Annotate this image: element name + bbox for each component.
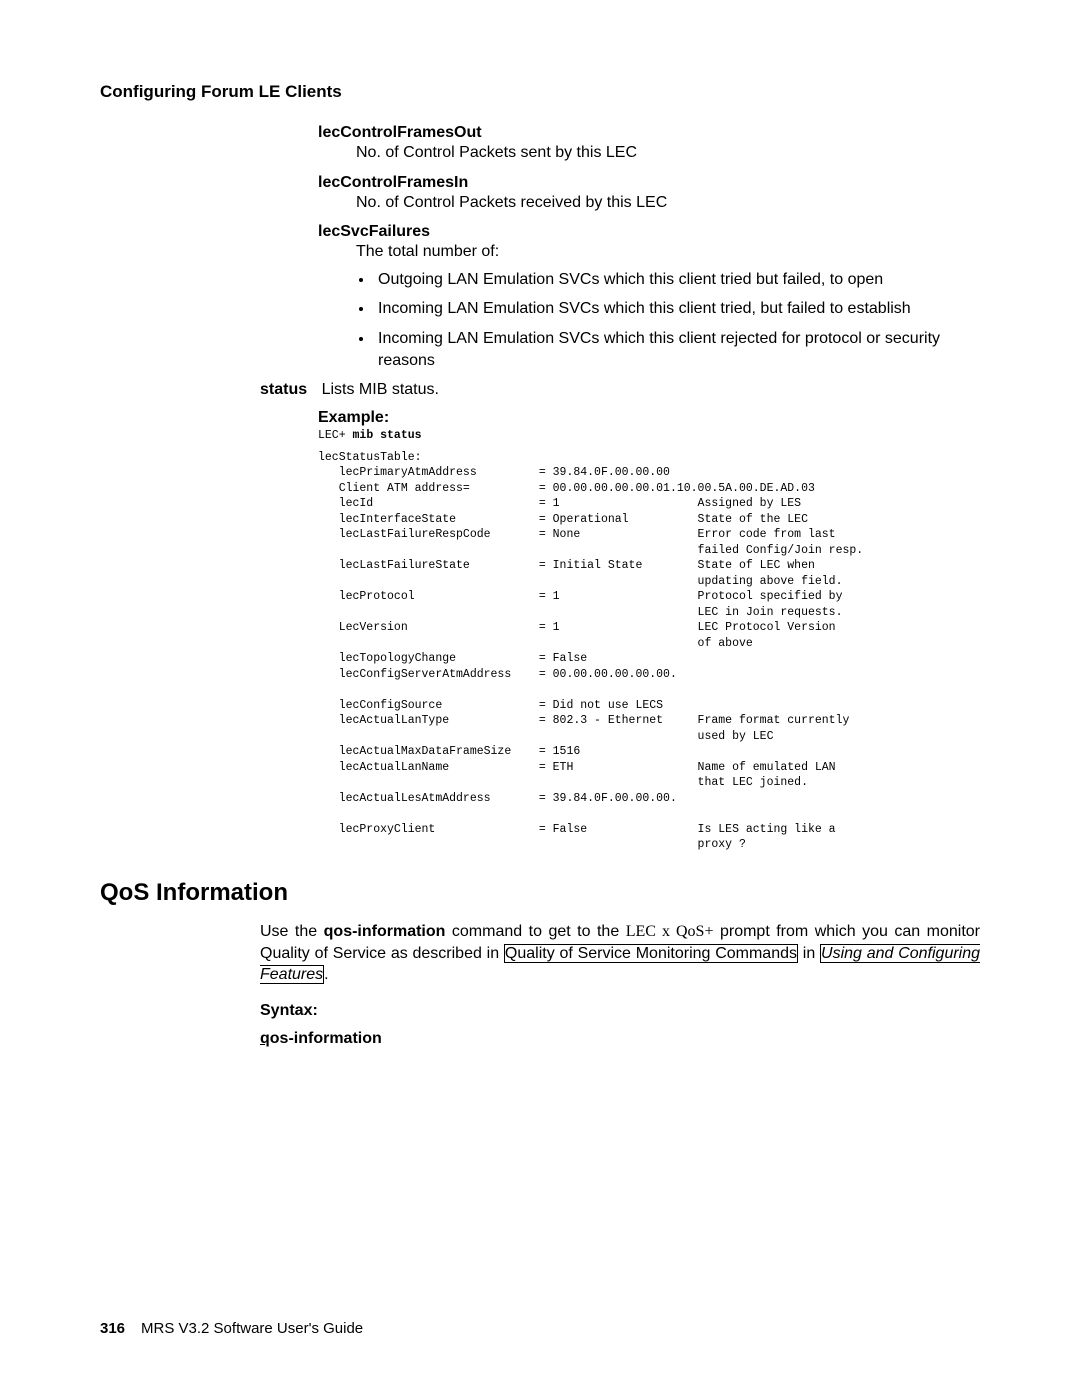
section-heading-qos: QoS Information (100, 879, 980, 907)
param-lecControlFramesIn: lecControlFramesIn No. of Control Packet… (318, 174, 980, 214)
example-label: Example: (318, 409, 980, 427)
bullet-list: Outgoing LAN Emulation SVCs which this c… (318, 269, 980, 371)
page-footer: 316 MRS V3.2 Software User's Guide (100, 1320, 363, 1337)
param-title: lecControlFramesOut (318, 124, 980, 142)
text: Use the (260, 923, 324, 940)
param-desc: No. of Control Packets sent by this LEC (356, 142, 980, 164)
qos-cmd-name: qos-information (324, 923, 446, 940)
syntax-command: qos-information (260, 1030, 980, 1048)
param-lecSvcFailures: lecSvcFailures The total number of: Outg… (318, 223, 980, 371)
syntax-label: Syntax: (260, 1002, 980, 1020)
param-title: lecSvcFailures (318, 223, 980, 241)
qos-paragraph: Use the qos-information command to get t… (260, 921, 980, 986)
example-prompt: LEC+ (318, 429, 353, 442)
page-number: 316 (100, 1320, 125, 1337)
footer-title: MRS V3.2 Software User's Guide (141, 1320, 363, 1337)
status-row: status Lists MIB status. (260, 381, 980, 399)
cmd-rest: os-information (270, 1030, 382, 1047)
text: in (798, 945, 820, 962)
param-lecControlFramesOut: lecControlFramesOut No. of Control Packe… (318, 124, 980, 164)
param-title: lecControlFramesIn (318, 174, 980, 192)
status-text: Lists MIB status. (322, 381, 439, 398)
cmd-first-letter: q (260, 1030, 270, 1047)
bullet-item: Incoming LAN Emulation SVCs which this c… (374, 328, 980, 371)
text: command to get to the (445, 923, 625, 940)
link-qos-monitoring-commands[interactable]: Quality of Service Monitoring Commands (504, 944, 798, 963)
param-intro: The total number of: (356, 241, 980, 263)
running-header: Configuring Forum LE Clients (100, 82, 980, 102)
status-label: status (260, 381, 307, 398)
text: . (324, 966, 328, 983)
example-output: lecStatusTable: lecPrimaryAtmAddress = 3… (318, 450, 980, 853)
example-command: mib status (353, 429, 422, 442)
bullet-item: Outgoing LAN Emulation SVCs which this c… (374, 269, 980, 291)
example-prompt-line: LEC+ mib status (318, 429, 980, 443)
param-desc: No. of Control Packets received by this … (356, 192, 980, 214)
qos-prompt-text: LEC x QoS+ (626, 923, 714, 940)
bullet-item: Incoming LAN Emulation SVCs which this c… (374, 298, 980, 320)
